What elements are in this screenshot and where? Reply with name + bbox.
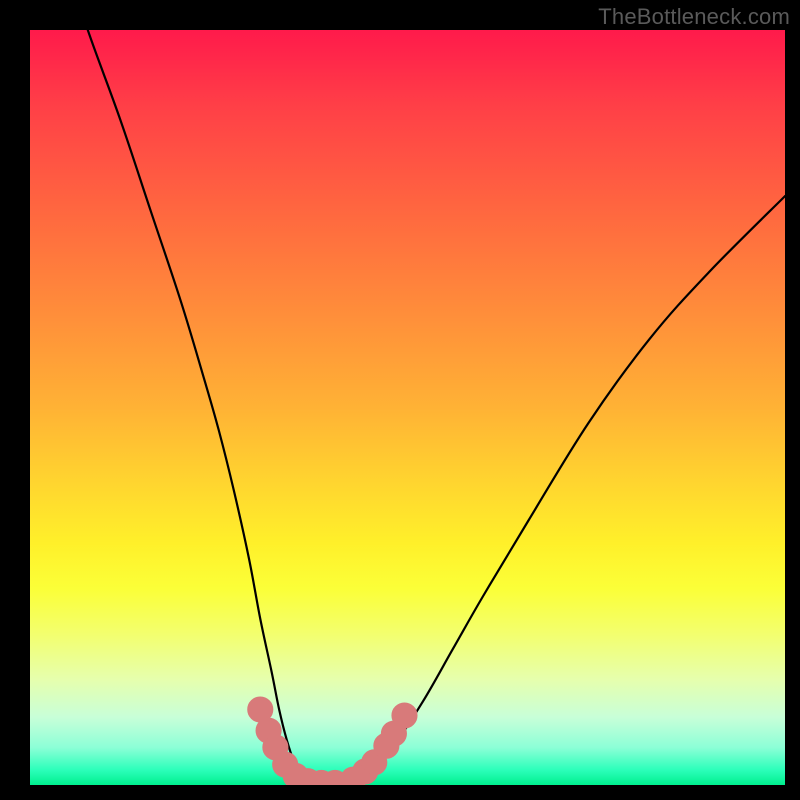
curve-layer [30,30,785,785]
bottleneck-curve [68,30,785,783]
chart-frame: TheBottleneck.com [0,0,800,800]
curve-marker [392,703,417,728]
curve-markers [248,697,417,785]
plot-area [30,30,785,785]
watermark-text: TheBottleneck.com [598,4,790,30]
